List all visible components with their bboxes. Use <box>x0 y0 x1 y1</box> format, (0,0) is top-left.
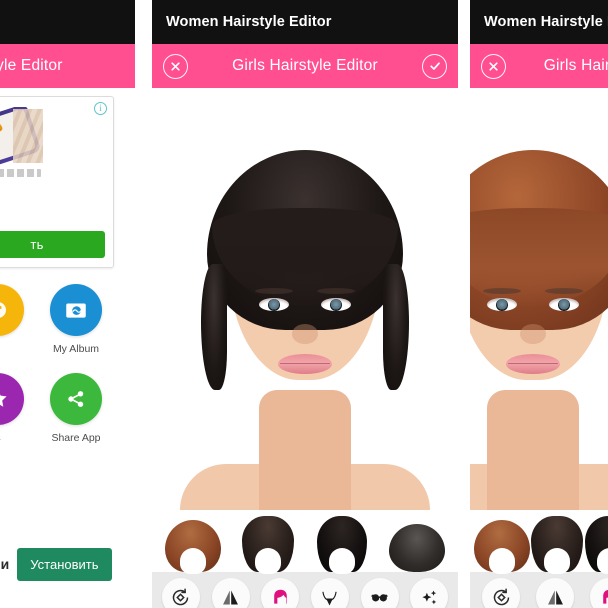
portrait-brow-right <box>545 288 583 294</box>
status-bar-title-right: Women Hairstyle Ed <box>484 14 608 30</box>
phone-panel-middle: Women Hairstyle Editor Girls Hairstyle E… <box>152 0 458 608</box>
portrait-hair-side-right <box>383 264 409 390</box>
app-bar-left: yle Editor <box>0 44 135 88</box>
portrait-iris-left <box>268 298 280 311</box>
ad-card[interactable]: i ть <box>0 96 114 268</box>
status-bar-middle: Women Hairstyle Editor <box>152 0 458 44</box>
home-item-palette[interactable] <box>0 284 32 355</box>
portrait-brow-left <box>483 288 521 294</box>
editor-toolbar-middle[interactable] <box>152 572 458 608</box>
portrait-iris-left <box>496 298 508 311</box>
app-bar-title-left: yle Editor <box>0 57 63 74</box>
sunglasses-icon[interactable] <box>360 578 399 608</box>
portrait-hair-side-left <box>201 264 227 390</box>
hairstyle-icon[interactable] <box>590 578 608 608</box>
portrait-iris-right <box>558 298 570 311</box>
app-bar-middle: Girls Hairstyle Editor <box>152 44 458 88</box>
home-item-label: My Album <box>52 343 100 355</box>
ad-cta-button[interactable]: ть <box>0 231 105 258</box>
tool-rotate[interactable] <box>476 578 526 608</box>
portrait-eye-left <box>487 298 517 311</box>
tool-rotate[interactable] <box>158 578 204 608</box>
hairstyle-thumb-black-fringe[interactable] <box>380 514 455 572</box>
hairstyle-thumbnail-strip-middle[interactable] <box>152 510 458 572</box>
ad-info-icon[interactable]: i <box>94 102 107 115</box>
phone-panel-right: Women Hairstyle Ed Girls Hair <box>470 0 608 608</box>
photo-canvas-middle[interactable] <box>152 88 458 510</box>
portrait-brow-right <box>317 288 355 294</box>
status-bar-right: Women Hairstyle Ed <box>470 0 608 44</box>
phone-panel-left: yle Editor i ть My Album Share App и Уст… <box>0 0 135 608</box>
flip-mirror-icon[interactable] <box>211 578 250 608</box>
necklace-icon[interactable] <box>310 578 349 608</box>
home-button-grid: My Album s <box>0 284 114 444</box>
tool-flip[interactable] <box>208 578 254 608</box>
portrait-nose <box>520 324 546 344</box>
install-banner: тиции Установить <box>0 520 135 608</box>
app-bar-right: Girls Hair <box>470 44 608 88</box>
photo-canvas-right[interactable] <box>470 88 608 510</box>
app-bar-title-middle: Girls Hairstyle Editor <box>232 57 378 74</box>
install-banner-text: тиции <box>0 556 10 572</box>
hairstyle-thumb-curly-black[interactable] <box>305 514 380 572</box>
home-item-label: s <box>0 432 1 444</box>
tool-hairstyle[interactable] <box>584 578 608 608</box>
album-icon[interactable] <box>50 284 102 336</box>
status-bar-title-middle: Women Hairstyle Editor <box>166 14 332 30</box>
home-item-stickers[interactable]: s <box>0 373 32 444</box>
rotate-reset-icon[interactable] <box>161 578 200 608</box>
hairstyle-icon[interactable] <box>261 578 300 608</box>
status-bar-left <box>0 0 135 44</box>
home-item-my-album[interactable]: My Album <box>42 284 110 355</box>
portrait-middle <box>152 88 458 510</box>
home-item-label: Share App <box>51 432 101 444</box>
tool-hairstyle[interactable] <box>257 578 303 608</box>
ad-phone-image <box>0 107 43 165</box>
star-icon[interactable] <box>0 373 24 425</box>
hairstyle-thumb-long-brown[interactable] <box>231 514 306 572</box>
flip-mirror-icon[interactable] <box>536 578 574 608</box>
hairstyle-thumb-auburn-bob[interactable] <box>156 514 231 572</box>
ad-wood-texture <box>13 109 43 163</box>
check-circle-icon[interactable] <box>422 53 447 79</box>
portrait-nose <box>292 324 318 344</box>
close-circle-icon[interactable] <box>163 53 188 79</box>
portrait-brow-left <box>255 288 293 294</box>
home-item-share-app[interactable]: Share App <box>42 373 110 444</box>
screenshot-stage: yle Editor i ть My Album Share App и Уст… <box>0 0 608 608</box>
portrait-eye-right <box>321 298 351 311</box>
close-circle-icon[interactable] <box>481 53 506 79</box>
hairstyle-thumb-auburn-bob[interactable] <box>474 514 530 572</box>
hairstyle-thumb-curly-black[interactable] <box>583 514 608 572</box>
hairstyle-thumbnail-strip-right[interactable] <box>470 510 608 572</box>
portrait-eye-left <box>259 298 289 311</box>
portrait-neck <box>259 390 351 510</box>
tool-necklace[interactable] <box>307 578 353 608</box>
tool-effects[interactable] <box>406 578 452 608</box>
share-icon[interactable] <box>50 373 102 425</box>
home-screen-left: i ть My Album Share App и Установить <box>0 88 135 608</box>
portrait-eye-right <box>549 298 579 311</box>
portrait-right <box>470 88 608 510</box>
hairstyle-thumb-long-brown[interactable] <box>530 514 583 572</box>
editor-toolbar-right[interactable] <box>470 572 608 608</box>
install-button[interactable]: Установить <box>17 547 112 581</box>
portrait-iris-right <box>330 298 342 311</box>
tool-sunglasses[interactable] <box>357 578 403 608</box>
sparkle-effects-icon[interactable] <box>410 578 449 608</box>
rotate-reset-icon[interactable] <box>482 578 520 608</box>
ad-caption-text <box>0 169 41 177</box>
portrait-neck <box>487 390 579 510</box>
tool-flip[interactable] <box>530 578 580 608</box>
palette-icon[interactable] <box>0 284 24 336</box>
